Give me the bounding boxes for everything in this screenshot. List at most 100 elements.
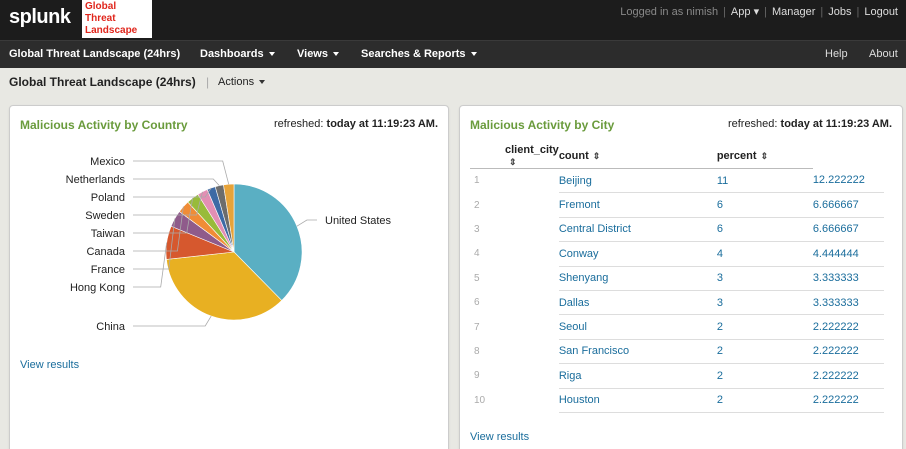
cell-count[interactable]: 4 [716, 241, 813, 267]
pie-label: Netherlands [66, 174, 126, 186]
app-menu[interactable]: App ▾ [731, 5, 759, 18]
pie-label: Sweden [85, 210, 125, 222]
pie-leader-line [133, 315, 212, 327]
nav-home-label: Global Threat Landscape (24hrs) [9, 48, 181, 60]
cell-percent[interactable]: 6.666667 [812, 217, 884, 243]
row-number: 8 [474, 345, 480, 357]
row-number: 2 [474, 199, 480, 211]
cell-count[interactable]: 6 [716, 217, 813, 243]
column-header-label: count [558, 150, 589, 162]
cell-client-city[interactable]: Central District [558, 217, 717, 243]
logged-in-text: Logged in as nimish [620, 6, 719, 18]
view-results-link[interactable]: View results [470, 431, 529, 443]
cell-percent[interactable]: 2.222222 [812, 314, 884, 340]
cell-count[interactable]: 3 [716, 266, 813, 291]
chevron-down-icon: ▾ [753, 6, 760, 18]
column-header-count[interactable]: count ⇕ [558, 144, 717, 169]
pie-label: France [91, 264, 125, 276]
pie-label: United States [325, 215, 392, 227]
title-divider: | [206, 75, 210, 89]
cell-percent[interactable]: 12.222222 [812, 168, 884, 194]
page-title: Global Threat Landscape (24hrs) [9, 75, 196, 89]
refreshed-status: refreshed: today at 11:19:23 AM. [728, 118, 892, 130]
app-logo-line: Landscape [85, 25, 138, 36]
cell-count[interactable]: 2 [716, 363, 813, 389]
row-number: 7 [474, 321, 480, 333]
panel-title: Malicious Activity by City [470, 118, 615, 132]
logout-link[interactable]: Logout [864, 6, 898, 18]
cell-percent[interactable]: 2.222222 [812, 363, 884, 389]
pie-leader-line [133, 242, 168, 288]
cell-client-city[interactable]: Fremont [558, 192, 717, 218]
cell-percent[interactable]: 3.333333 [812, 266, 884, 291]
app-logo-line: Threat [85, 13, 116, 24]
cell-percent[interactable]: 4.444444 [812, 241, 884, 267]
table-row: 1 Beijing 11 12.222222 [470, 168, 884, 194]
pie-leader-line [296, 219, 317, 227]
app-logo-line: Global [85, 1, 117, 12]
country-pie-chart: United States China Hong Kong France Canada T… [66, 156, 392, 333]
nav-home[interactable]: Global Threat Landscape (24hrs) [9, 48, 180, 60]
actions-menu[interactable]: Actions [218, 76, 266, 88]
cell-count[interactable]: 2 [716, 388, 813, 413]
table-body: 1 Beijing 11 12.222222 2 Fremont 6 6.666667 3 Cen… [470, 168, 884, 413]
row-number: 3 [474, 223, 480, 235]
column-header-percent[interactable]: percent ⇕ [716, 144, 813, 169]
nav-searches-reports[interactable]: Searches & Reports [361, 48, 477, 60]
help-link[interactable]: Help [825, 48, 848, 60]
nav-dashboards[interactable]: Dashboards [200, 48, 275, 60]
country-panel: United States China Hong Kong France Canada T… [9, 105, 449, 449]
cell-count[interactable]: 3 [716, 290, 813, 316]
row-number: 9 [474, 370, 480, 382]
actions-label: Actions [218, 76, 255, 88]
cell-client-city[interactable]: Houston [558, 388, 717, 413]
cell-percent[interactable]: 2.222222 [812, 388, 884, 413]
cell-client-city[interactable]: Beijing [558, 168, 717, 194]
nav-bar: Global Threat Landscape (24hrs) Dashboar… [0, 40, 906, 68]
pie-label: Poland [91, 192, 125, 204]
cell-client-city[interactable]: Shenyang [558, 266, 717, 291]
app-menu-label: App [730, 6, 751, 18]
cell-count[interactable]: 6 [716, 192, 813, 218]
cell-count[interactable]: 11 [716, 168, 813, 194]
row-number: 4 [474, 248, 480, 260]
manager-link[interactable]: Manager [772, 6, 815, 18]
cell-percent[interactable]: 2.222222 [812, 339, 884, 365]
column-header-label: percent [716, 150, 757, 162]
table-row: 7 Seoul 2 2.222222 [470, 314, 884, 340]
view-results-link[interactable]: View results [20, 359, 79, 371]
nav-searches-label: Searches & Reports [361, 48, 466, 60]
cell-client-city[interactable]: Conway [558, 241, 717, 267]
app-logo[interactable]: Global Threat Landscape [82, 0, 152, 38]
sort-icon: ⇕ [760, 151, 769, 161]
pie-leader-line [133, 178, 220, 186]
column-header-label: client_city [505, 144, 559, 156]
row-number: 5 [474, 272, 480, 284]
table-row: 5 Shenyang 3 3.333333 [470, 266, 884, 291]
pie-label: Hong Kong [70, 282, 125, 294]
cell-percent[interactable]: 6.666667 [812, 192, 884, 218]
refreshed-label: refreshed: [273, 118, 324, 130]
table-row: 6 Dallas 3 3.333333 [470, 290, 884, 316]
chevron-down-icon [268, 52, 275, 57]
jobs-link[interactable]: Jobs [828, 6, 851, 18]
top-bar: splunk Global Threat Landscape Logged in… [0, 0, 906, 40]
cell-client-city[interactable]: Dallas [558, 290, 717, 316]
chevron-down-icon [333, 52, 339, 57]
pie-label: Canada [86, 246, 125, 258]
cell-count[interactable]: 2 [716, 314, 813, 340]
splunk-logo[interactable]: splunk [9, 6, 71, 29]
cell-percent[interactable]: 3.333333 [812, 290, 884, 316]
nav-views[interactable]: Views [297, 48, 339, 60]
city-table: client_city⇕ count ⇕ percent ⇕ 1 Beijing 11 1… [470, 144, 884, 413]
table-row: 3 Central District 6 6.666667 [470, 217, 884, 243]
cell-client-city[interactable]: San Francisco [558, 339, 717, 365]
table-header-row: client_city⇕ count ⇕ percent ⇕ [470, 144, 884, 169]
cell-client-city[interactable]: Riga [558, 363, 717, 389]
panel-title: Malicious Activity by Country [20, 118, 188, 132]
column-header-client-city[interactable]: client_city⇕ [470, 144, 559, 169]
about-link[interactable]: About [869, 48, 898, 60]
cell-count[interactable]: 2 [716, 339, 813, 365]
cell-client-city[interactable]: Seoul [558, 314, 717, 340]
row-number: 10 [474, 394, 486, 406]
